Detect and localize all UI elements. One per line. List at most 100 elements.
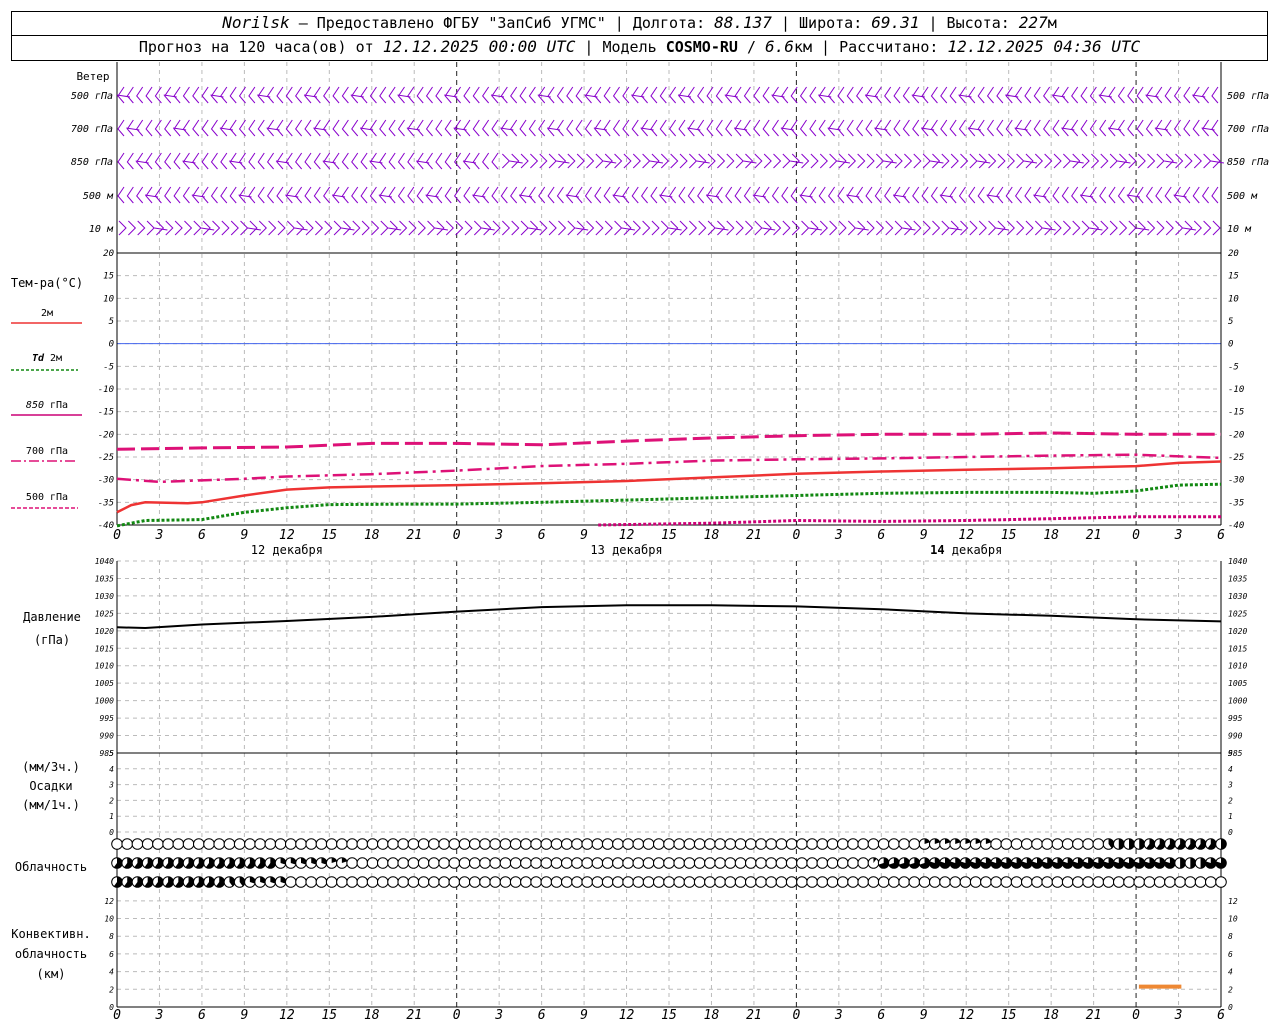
temp-tick-right: 15	[1228, 272, 1239, 282]
cloud-circle	[806, 857, 818, 869]
hour-label: 18	[1043, 528, 1059, 543]
wind-barb	[1061, 86, 1069, 104]
wind-barb	[1034, 153, 1044, 169]
wind-barb	[893, 86, 901, 104]
wind-barb	[1203, 220, 1212, 236]
cloud-circle	[540, 838, 553, 850]
hour-label: 12	[958, 528, 974, 543]
cloud-circle	[796, 857, 808, 869]
cloud-circle	[888, 876, 900, 888]
cloud-circle	[356, 838, 369, 850]
wind-barb	[379, 119, 387, 137]
wind-barb	[1014, 86, 1023, 104]
wind-barb	[1100, 153, 1109, 169]
temp-tick-right: 5	[1228, 317, 1233, 327]
cloud-circle	[560, 838, 573, 850]
wind-barb-shaft	[434, 227, 448, 231]
cloud-circle	[581, 838, 594, 850]
cloud-circle	[1061, 876, 1074, 888]
wind-barb	[1024, 86, 1032, 104]
wind-barb-shaft	[1042, 227, 1056, 231]
cloud-circle	[325, 876, 338, 888]
wind-barb	[1136, 86, 1144, 104]
wind-barb	[137, 220, 146, 236]
cloud-circle	[836, 876, 849, 888]
temp-tick-left: 10	[103, 294, 114, 304]
wind-barb	[575, 119, 583, 137]
wind-barb	[856, 86, 864, 104]
cloud-circle	[213, 838, 226, 850]
pressure-tick-right: 990	[1228, 732, 1243, 741]
wind-barb	[913, 153, 922, 169]
wind-barb	[604, 220, 613, 236]
conv-tick-right: 0	[1228, 1003, 1233, 1012]
cloud-circle	[704, 857, 716, 869]
cloud-circle	[1092, 876, 1105, 888]
wind-barb	[491, 152, 499, 170]
cloud-circle	[693, 857, 706, 869]
conv-tick-right: 4	[1228, 968, 1233, 977]
wind-barb	[126, 152, 134, 170]
wind-barb	[473, 220, 483, 236]
cloud-circle	[847, 876, 859, 888]
date-label: 12 декабря	[251, 543, 323, 557]
wind-barb	[809, 186, 817, 204]
wind-barb	[323, 119, 331, 137]
temp-tick-left: 15	[103, 272, 114, 282]
cloud-circle	[581, 876, 594, 888]
cloud-circle	[734, 876, 747, 888]
cloud-circle	[520, 857, 532, 869]
wind-barb	[1005, 119, 1013, 137]
wind-barb	[773, 220, 782, 236]
wind-barb	[266, 186, 275, 204]
temp-tick-left: -5	[103, 362, 114, 372]
temp-tick-left: 20	[103, 249, 114, 259]
wind-barb	[332, 152, 340, 170]
conv-tick-left: 10	[104, 915, 114, 924]
wind-barb	[659, 86, 667, 104]
wind-barb	[182, 86, 190, 104]
cloud-circle	[336, 838, 348, 850]
pressure-tick-right: 1020	[1228, 627, 1247, 636]
wind-barb	[1016, 220, 1025, 236]
wind-barb	[453, 152, 462, 170]
hour-label: 3	[155, 1008, 164, 1023]
wind-barb	[969, 153, 978, 169]
wind-barb	[1128, 220, 1137, 236]
wind-barb	[164, 152, 172, 170]
cloud-circle	[836, 838, 849, 850]
wind-barb	[230, 220, 239, 236]
wind-barb	[425, 86, 433, 104]
cloud-circle	[366, 876, 379, 888]
conv-tick-right: 8	[1228, 932, 1233, 941]
series-850	[598, 515, 1221, 527]
wind-barb	[912, 119, 920, 137]
wind-barb	[1155, 186, 1163, 204]
wind-barb	[687, 86, 695, 104]
wind-barb	[762, 86, 770, 104]
cloud-circle	[1112, 876, 1125, 888]
wind-barb	[1164, 86, 1172, 104]
wind-barb	[632, 220, 641, 236]
wind-barb	[229, 86, 237, 104]
wind-barb	[603, 186, 611, 204]
cloud-circle	[959, 876, 972, 888]
conv-title-line2: облачность	[15, 947, 87, 961]
hour-label: 18	[1043, 1008, 1059, 1023]
wind-barb	[988, 220, 997, 236]
wind-barb	[539, 220, 548, 236]
cloud-circle	[192, 838, 205, 850]
pressure-tick-right: 1030	[1228, 592, 1247, 601]
wind-barb	[622, 186, 630, 204]
conv-tick-right: 12	[1228, 897, 1238, 906]
cloud-circle	[765, 857, 778, 869]
conv-tick-left: 12	[104, 897, 114, 906]
cloud-circle	[734, 838, 747, 850]
cloud-circle	[356, 857, 369, 869]
wind-barb	[809, 119, 817, 137]
wind-barb	[1117, 86, 1125, 104]
wind-barb	[715, 86, 723, 104]
cloud-circle	[652, 876, 665, 888]
wind-barb	[1136, 119, 1144, 137]
wind-barb	[594, 186, 602, 204]
